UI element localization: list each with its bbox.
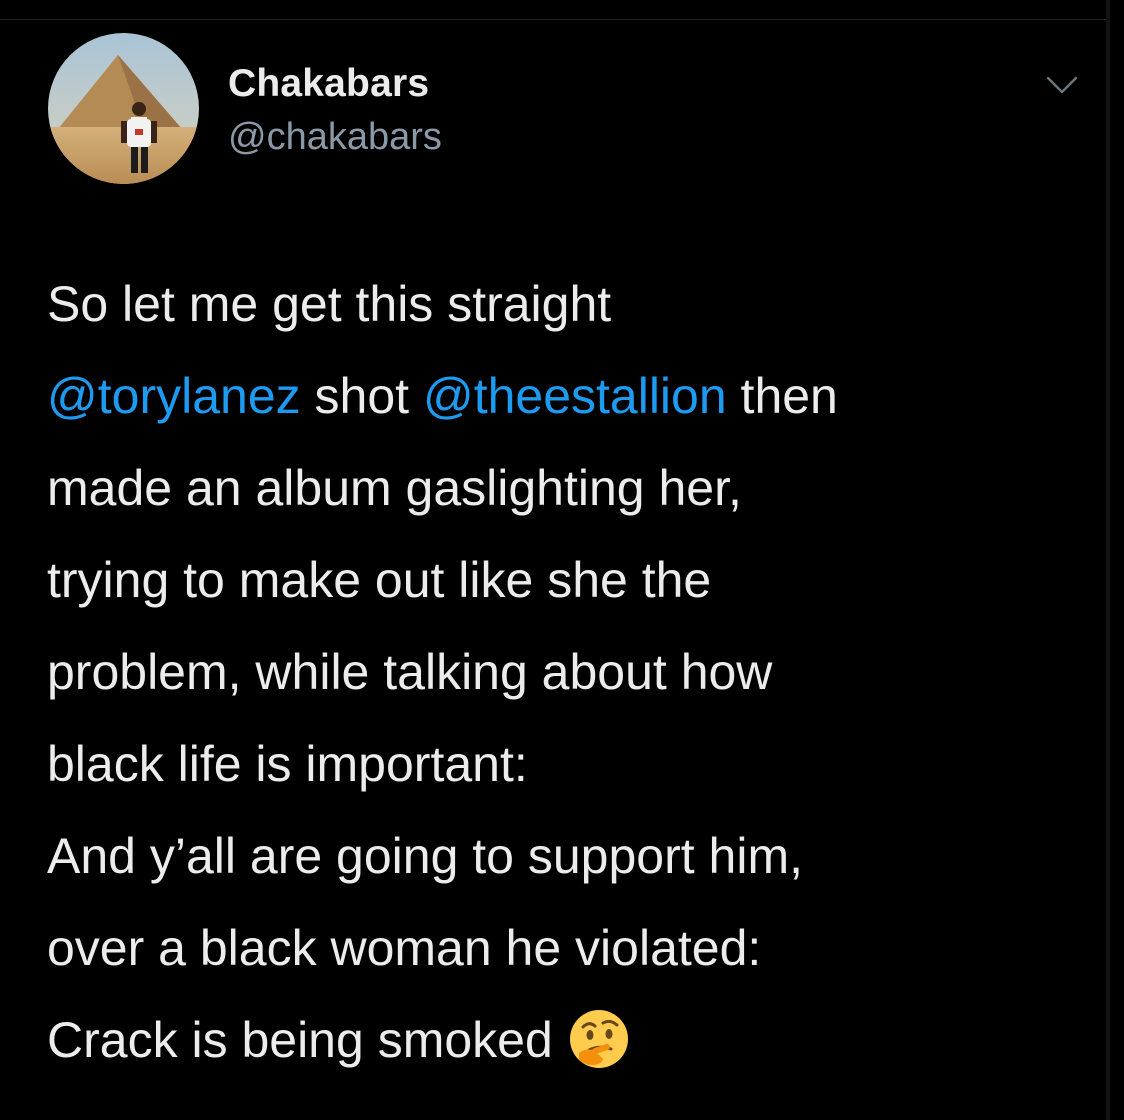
avatar[interactable]	[48, 33, 199, 184]
chevron-down-icon[interactable]	[1042, 72, 1082, 100]
tweet-line: Crack is being smoked	[47, 994, 1102, 1086]
tweet-line: over a black woman he violated:	[47, 920, 762, 976]
avatar-image	[48, 33, 199, 184]
author-display-name[interactable]: Chakabars	[228, 62, 429, 106]
mention-link[interactable]: @theestallion	[423, 368, 727, 424]
tweet-line: problem, while talking about how	[47, 644, 773, 700]
author-handle[interactable]: @chakabars	[228, 116, 442, 159]
tweet-line: @torylanez shot @theestallion then	[47, 350, 1102, 442]
top-divider	[0, 19, 1110, 20]
tweet-line: trying to make out like she the	[47, 552, 712, 608]
tweet-text-segment: shot	[300, 368, 423, 424]
tweet-line: black life is important:	[47, 736, 528, 792]
tweet-text-segment: then	[726, 368, 838, 424]
mention-link[interactable]: @torylanez	[47, 368, 301, 424]
tweet-text: So let me get this straight @torylanez s…	[47, 258, 1102, 1086]
tweet-line: made an album gaslighting her,	[47, 460, 742, 516]
tweet-line: So let me get this straight	[47, 276, 612, 332]
tweet-text-segment: Crack is being smoked	[47, 1012, 553, 1068]
tweet-line: And y’all are going to support him,	[47, 828, 803, 884]
scrollbar-track	[1106, 0, 1110, 1120]
thinking-face-icon	[569, 1009, 628, 1068]
